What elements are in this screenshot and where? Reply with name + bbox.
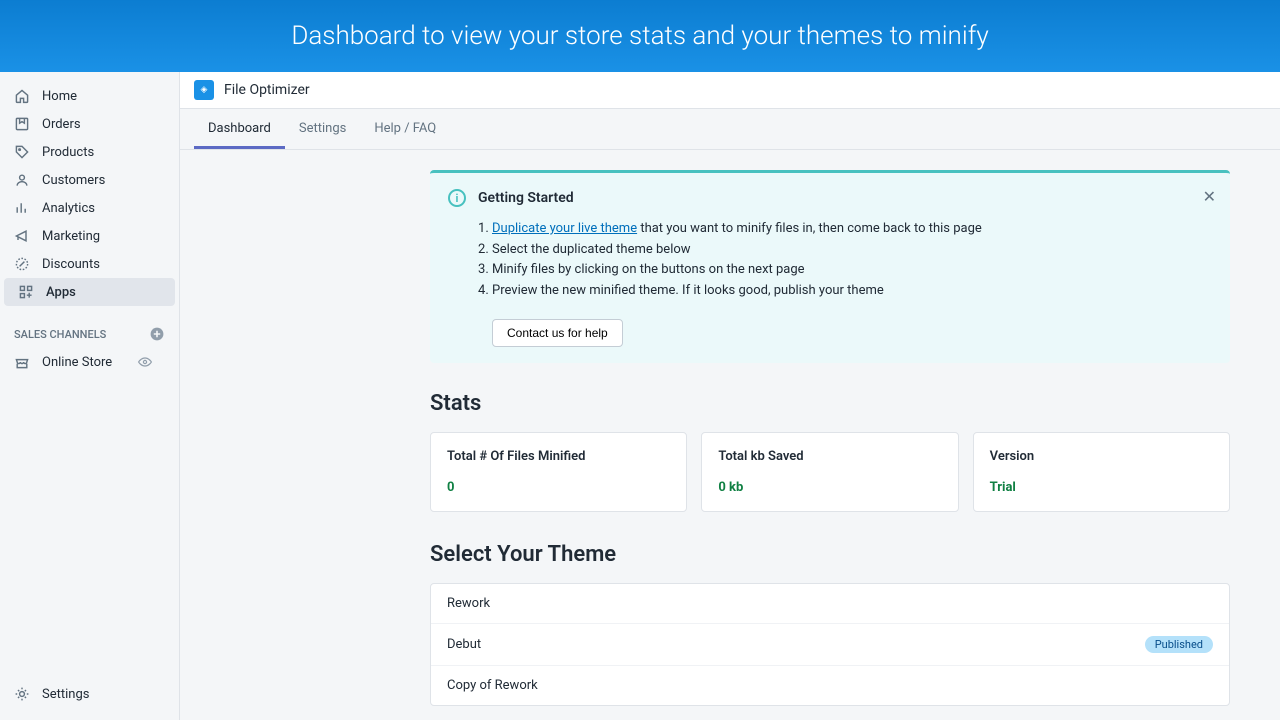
sidebar: Home Orders Products Customers Analytics… bbox=[0, 72, 180, 720]
theme-row[interactable]: Debut Published bbox=[431, 624, 1229, 666]
banner-text: Dashboard to view your store stats and y… bbox=[291, 21, 988, 51]
sidebar-item-home[interactable]: Home bbox=[0, 82, 179, 110]
products-icon bbox=[14, 144, 30, 160]
main-content: ◈ File Optimizer Dashboard Settings Help… bbox=[180, 72, 1280, 720]
stat-label: Version bbox=[990, 449, 1213, 464]
stat-value: 0 bbox=[447, 480, 670, 495]
step-2: Select the duplicated theme below bbox=[492, 240, 1212, 260]
step-4: Preview the new minified theme. If it lo… bbox=[492, 281, 1212, 301]
close-icon[interactable]: ✕ bbox=[1203, 187, 1216, 206]
customers-icon bbox=[14, 172, 30, 188]
analytics-icon bbox=[14, 200, 30, 216]
stat-kb-saved: Total kb Saved 0 kb bbox=[701, 432, 958, 512]
theme-row[interactable]: Copy of Rework bbox=[431, 666, 1229, 705]
app-header: ◈ File Optimizer bbox=[180, 72, 1280, 109]
store-icon bbox=[14, 354, 30, 370]
sidebar-item-discounts[interactable]: Discounts bbox=[0, 250, 179, 278]
sidebar-item-settings[interactable]: Settings bbox=[0, 680, 180, 708]
theme-name: Rework bbox=[447, 596, 490, 611]
sidebar-item-label: Customers bbox=[42, 173, 105, 188]
discounts-icon bbox=[14, 256, 30, 272]
orders-icon bbox=[14, 116, 30, 132]
sidebar-item-analytics[interactable]: Analytics bbox=[0, 194, 179, 222]
stat-value: 0 kb bbox=[718, 480, 941, 495]
gear-icon bbox=[14, 686, 30, 702]
sidebar-section-sales-channels: SALES CHANNELS bbox=[0, 306, 179, 348]
tab-help[interactable]: Help / FAQ bbox=[360, 109, 450, 149]
tab-settings[interactable]: Settings bbox=[285, 109, 360, 149]
sidebar-item-marketing[interactable]: Marketing bbox=[0, 222, 179, 250]
getting-started-steps: Duplicate your live theme that you want … bbox=[492, 219, 1212, 300]
stat-value: Trial bbox=[990, 480, 1213, 495]
marketing-icon bbox=[14, 228, 30, 244]
sidebar-item-customers[interactable]: Customers bbox=[0, 166, 179, 194]
promo-banner: Dashboard to view your store stats and y… bbox=[0, 0, 1280, 72]
contact-us-button[interactable]: Contact us for help bbox=[492, 319, 623, 347]
stat-version: Version Trial bbox=[973, 432, 1230, 512]
stat-label: Total kb Saved bbox=[718, 449, 941, 464]
sidebar-item-label: Discounts bbox=[42, 257, 100, 272]
sidebar-item-label: Online Store bbox=[42, 355, 112, 370]
add-channel-icon[interactable] bbox=[149, 326, 165, 342]
apps-icon bbox=[18, 284, 34, 300]
info-icon: i bbox=[448, 189, 466, 207]
theme-list: Rework Debut Published Copy of Rework bbox=[430, 583, 1230, 706]
app-icon: ◈ bbox=[194, 80, 214, 100]
sidebar-section-label: SALES CHANNELS bbox=[14, 328, 106, 341]
theme-name: Copy of Rework bbox=[447, 678, 538, 693]
stats-title: Stats bbox=[430, 391, 1230, 416]
sidebar-item-label: Apps bbox=[46, 285, 76, 300]
sidebar-item-online-store[interactable]: Online Store bbox=[0, 348, 179, 376]
sidebar-item-label: Orders bbox=[42, 117, 81, 132]
content-area: i Getting Started ✕ Duplicate your live … bbox=[180, 150, 1280, 720]
app-name: File Optimizer bbox=[224, 82, 310, 98]
home-icon bbox=[14, 88, 30, 104]
step-1: Duplicate your live theme that you want … bbox=[492, 219, 1212, 239]
sidebar-item-products[interactable]: Products bbox=[0, 138, 179, 166]
duplicate-theme-link[interactable]: Duplicate your live theme bbox=[492, 221, 637, 236]
view-icon[interactable] bbox=[137, 354, 153, 370]
getting-started-card: i Getting Started ✕ Duplicate your live … bbox=[430, 170, 1230, 363]
sidebar-item-label: Home bbox=[42, 89, 77, 104]
theme-row[interactable]: Rework bbox=[431, 584, 1229, 624]
stats-row: Total # Of Files Minified 0 Total kb Sav… bbox=[430, 432, 1230, 512]
tabs: Dashboard Settings Help / FAQ bbox=[180, 109, 1280, 150]
stat-files-minified: Total # Of Files Minified 0 bbox=[430, 432, 687, 512]
sidebar-item-orders[interactable]: Orders bbox=[0, 110, 179, 138]
sidebar-item-label: Marketing bbox=[42, 229, 100, 244]
published-badge: Published bbox=[1145, 636, 1213, 653]
sidebar-item-label: Analytics bbox=[42, 201, 95, 216]
themes-title: Select Your Theme bbox=[430, 542, 1230, 567]
sidebar-item-label: Settings bbox=[42, 687, 89, 702]
theme-name: Debut bbox=[447, 637, 481, 652]
tab-dashboard[interactable]: Dashboard bbox=[194, 109, 285, 149]
stat-label: Total # Of Files Minified bbox=[447, 449, 670, 464]
sidebar-item-apps[interactable]: Apps bbox=[4, 278, 175, 306]
sidebar-item-label: Products bbox=[42, 145, 94, 160]
step-3: Minify files by clicking on the buttons … bbox=[492, 260, 1212, 280]
info-title: Getting Started bbox=[478, 190, 574, 206]
